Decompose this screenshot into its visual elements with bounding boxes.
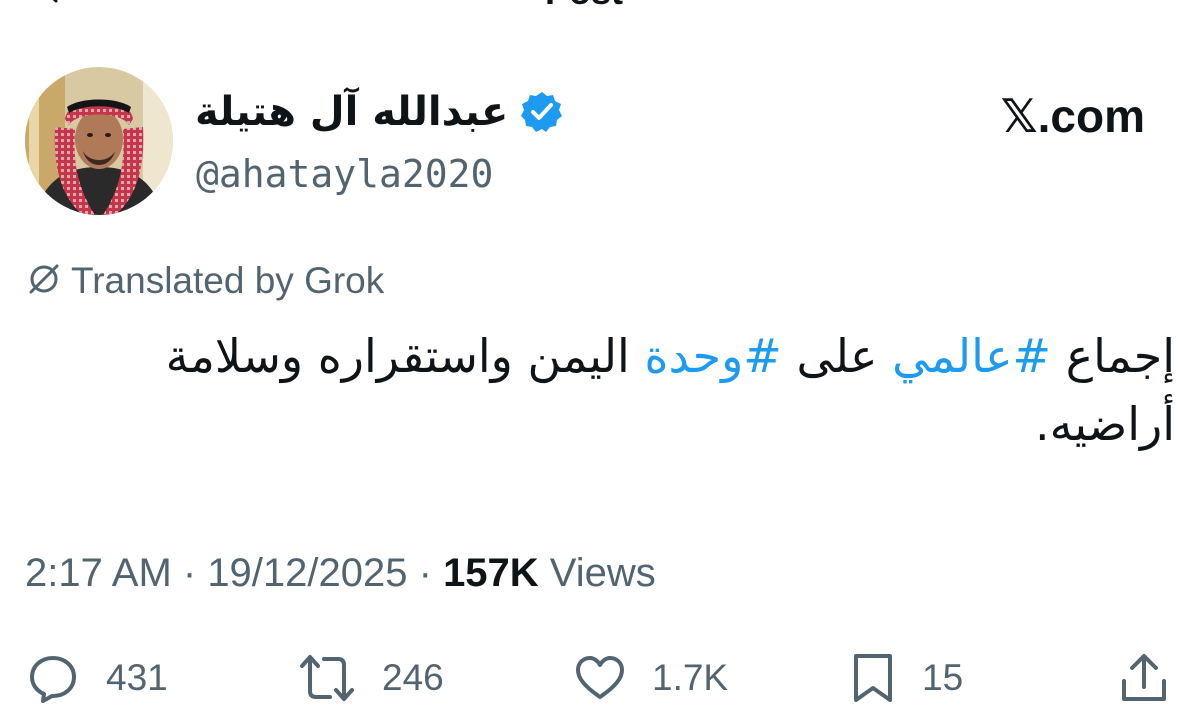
- author-name-row: عبدالله آل هتيلة: [195, 82, 564, 142]
- meta-separator: ·: [171, 551, 208, 595]
- reply-button[interactable]: 431: [26, 648, 168, 708]
- grok-icon: [25, 260, 63, 303]
- tweet-text: إجماع #عالمي على #وحدة اليمن واستقراره و…: [40, 322, 1175, 458]
- verified-badge-icon: [520, 90, 564, 134]
- reply-icon: [26, 651, 80, 705]
- bookmark-icon: [850, 651, 896, 705]
- translation-label: Translated by Grok: [71, 260, 385, 301]
- repost-icon: [298, 651, 356, 705]
- site-watermark: 𝕏.com: [1000, 90, 1145, 142]
- meta-separator: ·: [407, 551, 444, 595]
- author-display-name[interactable]: عبدالله آل هتيلة: [195, 82, 508, 142]
- tweet-text-part: على: [781, 329, 893, 383]
- heart-icon: [574, 652, 626, 704]
- back-arrow-icon[interactable]: [44, 0, 70, 6]
- tweet-text-part: إجماع: [1051, 329, 1175, 383]
- share-icon: [1118, 651, 1170, 705]
- like-button[interactable]: 1.7K: [574, 648, 728, 708]
- tweet-meta: 2:17 AM · 19/12/2025 · 157K Views: [25, 546, 656, 600]
- tweet-date[interactable]: 19/12/2025: [207, 551, 407, 595]
- author-handle[interactable]: @ahatayla2020: [196, 148, 493, 200]
- hashtag-link[interactable]: #وحدة: [644, 329, 781, 383]
- translation-notice[interactable]: Translated by Grok: [25, 258, 384, 304]
- repost-button[interactable]: 246: [298, 648, 444, 708]
- hashtag-link[interactable]: #عالمي: [892, 329, 1051, 383]
- avatar[interactable]: [25, 67, 173, 215]
- views-count: 157K: [443, 551, 539, 595]
- reply-count: 431: [106, 657, 168, 698]
- action-bar: 431 246 1.7K 15: [0, 648, 1199, 708]
- bookmark-count: 15: [922, 657, 964, 698]
- share-button[interactable]: [1118, 648, 1170, 708]
- like-count: 1.7K: [652, 657, 729, 698]
- views-label: Views: [538, 551, 656, 595]
- bookmark-button[interactable]: 15: [850, 648, 963, 708]
- top-bar: Post: [0, 0, 1199, 12]
- repost-count: 246: [382, 657, 444, 698]
- tweet-time[interactable]: 2:17 AM: [25, 551, 172, 595]
- page-title: Post: [545, 0, 623, 12]
